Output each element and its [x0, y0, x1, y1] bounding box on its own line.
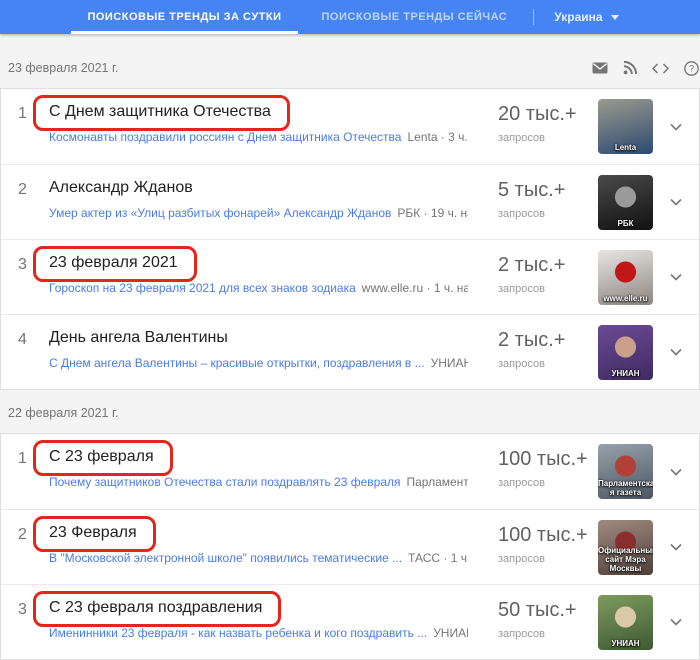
- date-label: 23 февраля 2021 г.: [8, 61, 118, 75]
- article-thumbnail[interactable]: Официальный сайт Мэра Москвы: [598, 520, 653, 575]
- count-value: 5 тыс.+: [498, 179, 598, 202]
- date-label: 22 февраля 2021 г.: [8, 406, 118, 420]
- trend-row[interactable]: 2 23 Февраля В "Московской электронной ш…: [1, 509, 699, 584]
- trend-title[interactable]: 23 февраля 2021: [49, 254, 178, 271]
- svg-text:?: ?: [689, 63, 694, 73]
- trend-title[interactable]: С 23 февраля: [49, 448, 154, 465]
- expand-chevron-icon[interactable]: [653, 315, 699, 389]
- embed-code-icon[interactable]: [652, 63, 669, 74]
- count-label: запросов: [498, 553, 598, 565]
- trend-main: С 23 февраля Почему защитников Отечества…: [49, 434, 468, 509]
- annotation-box: Александр Жданов: [33, 171, 212, 207]
- trend-row[interactable]: 1 С Днем защитника Отечества Космонавты …: [1, 89, 699, 164]
- thumbnail-source-label: Парламентска я газета: [598, 479, 653, 497]
- article-thumbnail[interactable]: Парламентска я газета: [598, 444, 653, 499]
- email-subscribe-icon[interactable]: [592, 62, 608, 74]
- toolbar-icons: ?: [592, 61, 699, 76]
- count-label: запросов: [498, 628, 598, 640]
- count-value: 50 тыс.+: [498, 599, 598, 622]
- trend-title[interactable]: День ангела Валентины: [49, 329, 228, 346]
- count-label: запросов: [498, 283, 598, 295]
- article-link[interactable]: Почему защитников Отечества стали поздра…: [49, 475, 401, 489]
- trend-title[interactable]: 23 Февраля: [49, 524, 137, 541]
- expand-chevron-icon[interactable]: [653, 585, 699, 659]
- trend-title[interactable]: Александр Жданов: [49, 179, 193, 196]
- expand-chevron-icon[interactable]: [653, 89, 699, 164]
- search-count: 5 тыс.+ запросов: [468, 165, 598, 239]
- trend-main: С 23 февраля поздравления Именинники 23 …: [49, 585, 468, 659]
- search-count: 100 тыс.+ запросов: [468, 434, 598, 509]
- tab-daily-search-trends[interactable]: ПОИСКОВЫЕ ТРЕНДЫ ЗА СУТКИ: [67, 0, 301, 34]
- trends-card-day1: 1 С Днем защитника Отечества Космонавты …: [0, 88, 700, 390]
- count-value: 2 тыс.+: [498, 329, 598, 352]
- region-selector[interactable]: Украина: [540, 0, 632, 34]
- expand-chevron-icon[interactable]: [653, 434, 699, 509]
- annotation-box: День ангела Валентины: [33, 321, 247, 357]
- date-header: 23 февраля 2021 г. ?: [0, 55, 700, 81]
- thumbnail-source-label: Lenta: [598, 143, 653, 152]
- tabbar-divider: [533, 9, 534, 25]
- annotation-box: 23 Февраля: [33, 516, 156, 552]
- count-label: запросов: [498, 358, 598, 370]
- article-thumbnail[interactable]: УНИАН: [598, 595, 653, 650]
- thumbnail-source-label: РБК: [598, 219, 653, 228]
- annotation-box: С Днем защитника Отечества: [33, 95, 290, 131]
- trends-card-day2: 1 С 23 февраля Почему защитников Отечест…: [0, 433, 700, 660]
- search-count: 2 тыс.+ запросов: [468, 240, 598, 314]
- thumbnail-source-label: Официальный сайт Мэра Москвы: [598, 546, 653, 573]
- expand-chevron-icon[interactable]: [653, 240, 699, 314]
- rss-feed-icon[interactable]: [623, 61, 637, 75]
- annotation-box: С 23 февраля: [33, 440, 173, 476]
- help-icon[interactable]: ?: [684, 61, 699, 76]
- count-value: 20 тыс.+: [498, 103, 598, 126]
- search-count: 100 тыс.+ запросов: [468, 510, 598, 584]
- article-link[interactable]: В "Московской электронной школе" появили…: [49, 551, 402, 565]
- article-link[interactable]: С Днем ангела Валентины – красивые откры…: [49, 356, 425, 370]
- trend-row[interactable]: 3 С 23 февраля поздравления Именинники 2…: [1, 584, 699, 659]
- chevron-down-icon: [611, 15, 619, 20]
- article-link[interactable]: Космонавты поздравили россиян с Днем защ…: [49, 130, 401, 144]
- expand-chevron-icon[interactable]: [653, 510, 699, 584]
- count-value: 2 тыс.+: [498, 254, 598, 277]
- article-thumbnail[interactable]: Lenta: [598, 99, 653, 154]
- expand-chevron-icon[interactable]: [653, 165, 699, 239]
- trend-row[interactable]: 4 День ангела Валентины С Днем ангела Ва…: [1, 314, 699, 389]
- annotation-box: 23 февраля 2021: [33, 246, 197, 282]
- thumbnail-source-label: УНИАН: [598, 639, 653, 648]
- top-tab-bar: ПОИСКОВЫЕ ТРЕНДЫ ЗА СУТКИ ПОИСКОВЫЕ ТРЕН…: [0, 0, 700, 34]
- count-label: запросов: [498, 208, 598, 220]
- thumbnail-source-label: www.elle.ru: [598, 294, 653, 303]
- trend-row[interactable]: 2 Александр Жданов Умер актер из «Улиц р…: [1, 164, 699, 239]
- trend-main: День ангела Валентины С Днем ангела Вале…: [49, 315, 468, 389]
- article-link[interactable]: Именинники 23 февраля - как назвать ребе…: [49, 626, 427, 640]
- search-count: 20 тыс.+ запросов: [468, 89, 598, 164]
- region-label: Украина: [554, 10, 602, 24]
- annotation-box: С 23 февраля поздравления: [33, 591, 281, 627]
- count-value: 100 тыс.+: [498, 524, 598, 547]
- trend-main: Александр Жданов Умер актер из «Улиц раз…: [49, 165, 468, 239]
- search-count: 2 тыс.+ запросов: [468, 315, 598, 389]
- trend-title[interactable]: С 23 февраля поздравления: [49, 599, 262, 616]
- article-thumbnail[interactable]: РБК: [598, 175, 653, 230]
- article-thumbnail[interactable]: УНИАН: [598, 325, 653, 380]
- article-thumbnail[interactable]: www.elle.ru: [598, 250, 653, 305]
- tab-realtime-search-trends[interactable]: ПОИСКОВЫЕ ТРЕНДЫ СЕЙЧАС: [302, 0, 528, 34]
- count-value: 100 тыс.+: [498, 448, 598, 471]
- count-label: запросов: [498, 477, 598, 489]
- article-link[interactable]: Умер актер из «Улиц разбитых фонарей» Ал…: [49, 206, 391, 220]
- date-header: 22 февраля 2021 г.: [0, 400, 700, 426]
- trend-title[interactable]: С Днем защитника Отечества: [49, 103, 271, 120]
- article-link[interactable]: Гороскоп на 23 февраля 2021 для всех зна…: [49, 281, 356, 295]
- trend-main: 23 февраля 2021 Гороскоп на 23 февраля 2…: [49, 240, 468, 314]
- count-label: запросов: [498, 132, 598, 144]
- search-count: 50 тыс.+ запросов: [468, 585, 598, 659]
- thumbnail-source-label: УНИАН: [598, 369, 653, 378]
- trend-row[interactable]: 3 23 февраля 2021 Гороскоп на 23 февраля…: [1, 239, 699, 314]
- trend-row[interactable]: 1 С 23 февраля Почему защитников Отечест…: [1, 434, 699, 509]
- trend-main: С Днем защитника Отечества Космонавты по…: [49, 89, 468, 164]
- tab-label: ПОИСКОВЫЕ ТРЕНДЫ СЕЙЧАС: [322, 11, 508, 23]
- tab-label: ПОИСКОВЫЕ ТРЕНДЫ ЗА СУТКИ: [87, 11, 281, 23]
- trend-main: 23 Февраля В "Московской электронной шко…: [49, 510, 468, 584]
